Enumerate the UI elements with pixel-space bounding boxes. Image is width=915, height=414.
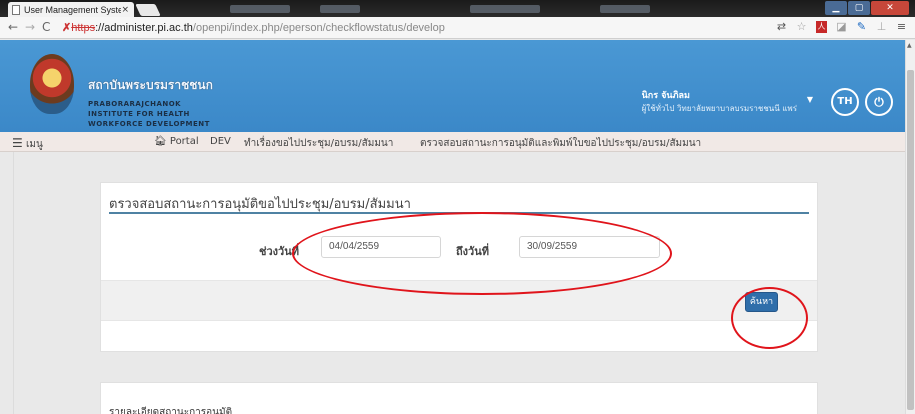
org-name-english-line: PRABORARAJCHANOK: [88, 100, 182, 108]
language-button[interactable]: TH: [831, 88, 859, 116]
page-icon: [12, 4, 20, 15]
minimize-icon[interactable]: ▁: [825, 1, 847, 15]
institute-crest-logo: [30, 54, 74, 114]
tab-title: User Management System: [24, 4, 122, 15]
power-logout-icon[interactable]: ⏻: [865, 88, 893, 116]
menu-toggle-label: เมนู: [25, 139, 43, 150]
blurred-region: [470, 5, 540, 13]
org-name-english-line: WORKFORCE DEVELOPMENT: [88, 120, 210, 128]
approval-details-panel: รายละเอียดสถานะการอนุมัติ: [100, 382, 818, 414]
chrome-menu-icon[interactable]: ≡: [896, 21, 907, 33]
menu-item-check-status[interactable]: ตรวจสอบสถานะการอนุมัติและพิมพ์ใบขอไปประช…: [420, 136, 701, 151]
details-heading: รายละเอียดสถานะการอนุมัติ: [109, 407, 233, 414]
insecure-lock-icon: ✗: [62, 22, 72, 34]
bookmark-star-icon[interactable]: ☆: [796, 21, 807, 33]
annotation-oval: [292, 212, 672, 295]
blurred-region: [320, 5, 360, 13]
user-name: นิกร จันภิลม: [641, 91, 690, 101]
extension-icons: ⇄ ☆ 人 ◪ ✎ ⊥ ≡: [776, 21, 907, 33]
org-name-thai: สถาบันพระบรมราชชนก: [88, 78, 213, 92]
menu-item-dev[interactable]: DEV: [210, 136, 231, 147]
maximize-icon[interactable]: ▢: [848, 1, 870, 15]
scrollbar-thumb[interactable]: [907, 70, 914, 410]
menu-item-portal[interactable]: 🏠︎ Portal: [154, 136, 199, 147]
url-scheme: https: [71, 22, 96, 34]
url-path: /openpi/index.php/eperson/checkflowstatu…: [192, 22, 445, 34]
hamburger-icon: ☰: [12, 136, 23, 150]
org-name-english-line: INSTITUTE FOR HEALTH: [88, 110, 190, 118]
main-menu-bar: ☰ เมนู 🏠︎ Portal DEV ทำเรื่องขอไปประชุม/…: [0, 132, 905, 152]
page-scrollbar[interactable]: ▲: [905, 40, 915, 414]
user-info[interactable]: นิกร จันภิลม ผู้ใช้ทั่วไป วิทยาลัยพยาบาล…: [642, 88, 797, 115]
new-tab-button[interactable]: [135, 4, 161, 16]
close-window-icon[interactable]: ✕: [871, 1, 909, 15]
url-host: ://administer.pi.ac.th: [95, 22, 193, 34]
page-title: ตรวจสอบสถานะการอนุมัติขอไปประชุม/อบรม/สั…: [109, 197, 411, 212]
annotation-circle: [731, 287, 808, 349]
url-input[interactable]: ✗https://administer.pi.ac.th/openpi/inde…: [62, 20, 792, 36]
translate-icon[interactable]: ⇄: [776, 21, 787, 33]
blurred-region: [230, 5, 290, 13]
home-icon: 🏠︎: [154, 136, 167, 147]
tab-close-icon[interactable]: ×: [121, 5, 129, 15]
forward-arrow-icon[interactable]: →: [25, 20, 35, 34]
blurred-region: [600, 5, 650, 13]
organization-name: สถาบันพระบรมราชชนก PRABORARAJCHANOK INST…: [88, 76, 213, 129]
user-role: ผู้ใช้ทั่วไป วิทยาลัยพยาบาลบรมราชชนนี แพ…: [641, 104, 797, 113]
extension-icon[interactable]: ⊥: [876, 21, 887, 33]
pdf-extension-icon[interactable]: 人: [816, 21, 827, 33]
address-bar: ← → C ✗https://administer.pi.ac.th/openp…: [0, 17, 915, 39]
menu-item-request[interactable]: ทำเรื่องขอไปประชุม/อบรม/สัมมนา: [244, 136, 393, 151]
browser-tab[interactable]: User Management System ×: [8, 2, 134, 17]
browser-titlebar: User Management System × ▁ ▢ ✕: [0, 0, 915, 17]
site-header: สถาบันพระบรมราชชนก PRABORARAJCHANOK INST…: [0, 40, 905, 132]
extension-icon[interactable]: ◪: [836, 21, 847, 33]
window-controls: ▁ ▢ ✕: [825, 1, 909, 15]
menu-toggle-button[interactable]: ☰ เมนู: [12, 136, 43, 152]
extension-icon[interactable]: ✎: [856, 21, 867, 33]
scroll-up-icon[interactable]: ▲: [907, 42, 912, 49]
menu-item-label: Portal: [169, 136, 199, 147]
back-arrow-icon[interactable]: ←: [8, 20, 18, 34]
reload-icon[interactable]: C: [42, 20, 50, 34]
caret-down-icon[interactable]: ▼: [807, 95, 813, 104]
